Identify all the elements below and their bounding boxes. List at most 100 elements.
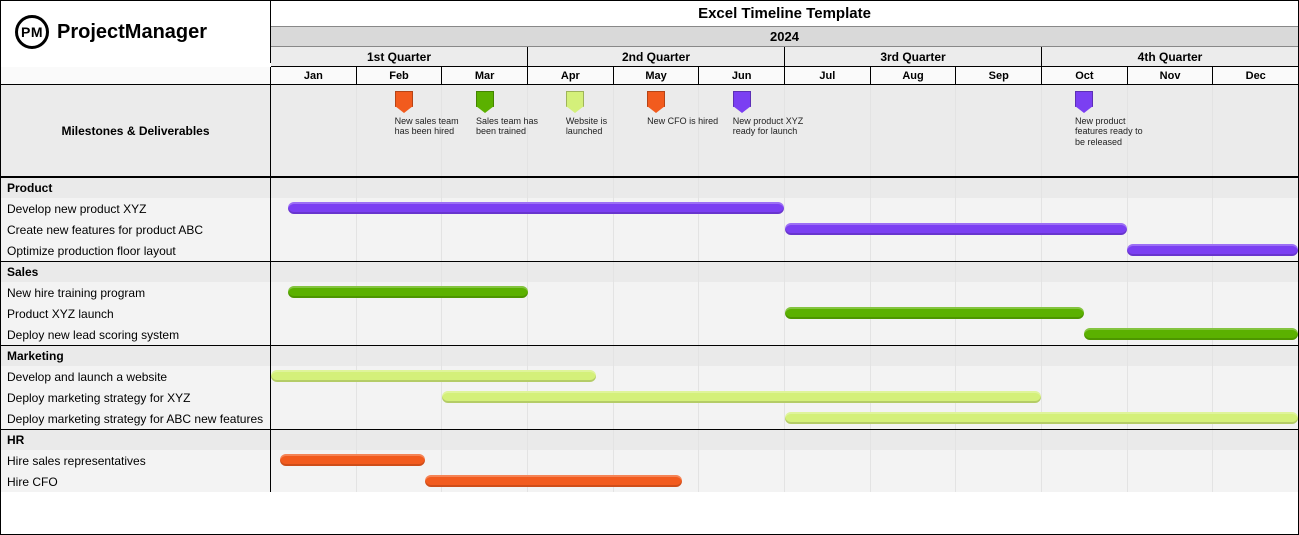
month-header: Apr (528, 67, 614, 84)
task-name: New hire training program (1, 282, 271, 303)
milestone-label: New sales team has been hired (395, 116, 475, 137)
task-track (271, 387, 1298, 408)
task-track (271, 303, 1298, 324)
gantt-bar (1127, 244, 1298, 256)
task-row: Deploy marketing strategy for ABC new fe… (1, 408, 1298, 429)
month-header: Nov (1128, 67, 1214, 84)
gantt-bar (271, 370, 596, 382)
milestone-label: Website is launched (566, 116, 646, 137)
milestone-label: New product XYZ ready for launch (733, 116, 813, 137)
group-name: Marketing (1, 346, 271, 366)
task-name: Optimize production floor layout (1, 240, 271, 261)
milestones-track: New sales team has been hiredSales team … (271, 85, 1298, 177)
gantt-bar (1084, 328, 1298, 340)
gantt-bar (785, 412, 1299, 424)
task-track (271, 282, 1298, 303)
group-header-row: Sales (1, 261, 1298, 282)
task-row: Product XYZ launch (1, 303, 1298, 324)
group-track (271, 262, 1298, 282)
header-stack: Excel Timeline Template 2024 1st Quarter… (271, 1, 1298, 67)
group-header-row: Product (1, 177, 1298, 198)
gantt-bar (442, 391, 1041, 403)
task-track (271, 324, 1298, 345)
task-row: New hire training program (1, 282, 1298, 303)
milestone-label: New product features ready to be release… (1075, 116, 1155, 147)
milestone-tag-icon (476, 91, 494, 113)
milestone-marker: Website is launched (566, 91, 646, 137)
task-track (271, 471, 1298, 492)
task-name: Product XYZ launch (1, 303, 271, 324)
month-header: Sep (956, 67, 1042, 84)
quarter-header: 3rd Quarter (785, 47, 1042, 66)
gantt-bar (280, 454, 425, 466)
gantt-grid: ProductDevelop new product XYZCreate new… (1, 177, 1298, 492)
gantt-bar (288, 202, 784, 214)
milestone-tag-icon (566, 91, 584, 113)
task-name: Deploy marketing strategy for XYZ (1, 387, 271, 408)
task-row: Optimize production floor layout (1, 240, 1298, 261)
task-name: Deploy new lead scoring system (1, 324, 271, 345)
group-name: HR (1, 430, 271, 450)
month-header: Oct (1042, 67, 1128, 84)
task-row: Deploy new lead scoring system (1, 324, 1298, 345)
milestone-marker: Sales team has been trained (476, 91, 556, 137)
task-row: Deploy marketing strategy for XYZ (1, 387, 1298, 408)
task-name: Develop new product XYZ (1, 198, 271, 219)
year-label: 2024 (271, 27, 1298, 47)
month-header: May (614, 67, 700, 84)
task-name: Develop and launch a website (1, 366, 271, 387)
task-row: Develop and launch a website (1, 366, 1298, 387)
milestone-tag-icon (647, 91, 665, 113)
gantt-bar (785, 307, 1085, 319)
group-track (271, 430, 1298, 450)
task-track (271, 408, 1298, 429)
milestone-label: New CFO is hired (647, 116, 727, 126)
task-track (271, 450, 1298, 471)
milestone-marker: New sales team has been hired (395, 91, 475, 137)
task-track (271, 240, 1298, 261)
milestones-header: Milestones & Deliverables (1, 85, 271, 177)
group-track (271, 178, 1298, 198)
month-header-row: JanFebMarAprMayJunJulAugSepOctNovDec (271, 67, 1298, 85)
page-title: Excel Timeline Template (271, 1, 1298, 27)
milestone-label: Sales team has been trained (476, 116, 556, 137)
task-row: Create new features for product ABC (1, 219, 1298, 240)
quarter-header: 1st Quarter (271, 47, 528, 66)
gantt-bar (785, 223, 1127, 235)
group-header-row: Marketing (1, 345, 1298, 366)
month-header: Feb (357, 67, 443, 84)
milestone-marker: New product features ready to be release… (1075, 91, 1155, 147)
quarter-header-row: 1st Quarter2nd Quarter3rd Quarter4th Qua… (271, 47, 1298, 67)
milestone-tag-icon (395, 91, 413, 113)
task-track (271, 198, 1298, 219)
group-name: Sales (1, 262, 271, 282)
group-track (271, 346, 1298, 366)
task-track (271, 366, 1298, 387)
gantt-bar (288, 286, 528, 298)
group-name: Product (1, 178, 271, 198)
task-row: Hire CFO (1, 471, 1298, 492)
gantt-bar (425, 475, 682, 487)
task-name: Create new features for product ABC (1, 219, 271, 240)
month-header: Jul (785, 67, 871, 84)
quarter-header: 4th Quarter (1042, 47, 1298, 66)
brand-logo-icon: PM (15, 15, 49, 49)
milestone-tag-icon (733, 91, 751, 113)
month-header: Jan (271, 67, 357, 84)
task-row: Develop new product XYZ (1, 198, 1298, 219)
task-name: Hire sales representatives (1, 450, 271, 471)
brand-name: ProjectManager (57, 21, 207, 44)
milestone-tag-icon (1075, 91, 1093, 113)
milestone-marker: New product XYZ ready for launch (733, 91, 813, 137)
quarter-header: 2nd Quarter (528, 47, 785, 66)
month-header: Dec (1213, 67, 1298, 84)
group-header-row: HR (1, 429, 1298, 450)
task-name: Deploy marketing strategy for ABC new fe… (1, 408, 271, 429)
milestone-marker: New CFO is hired (647, 91, 727, 126)
month-header: Mar (442, 67, 528, 84)
task-track (271, 219, 1298, 240)
timeline-template: PM ProjectManager Excel Timeline Templat… (0, 0, 1299, 535)
brand-block: PM ProjectManager (1, 1, 271, 63)
month-header: Jun (699, 67, 785, 84)
task-row: Hire sales representatives (1, 450, 1298, 471)
